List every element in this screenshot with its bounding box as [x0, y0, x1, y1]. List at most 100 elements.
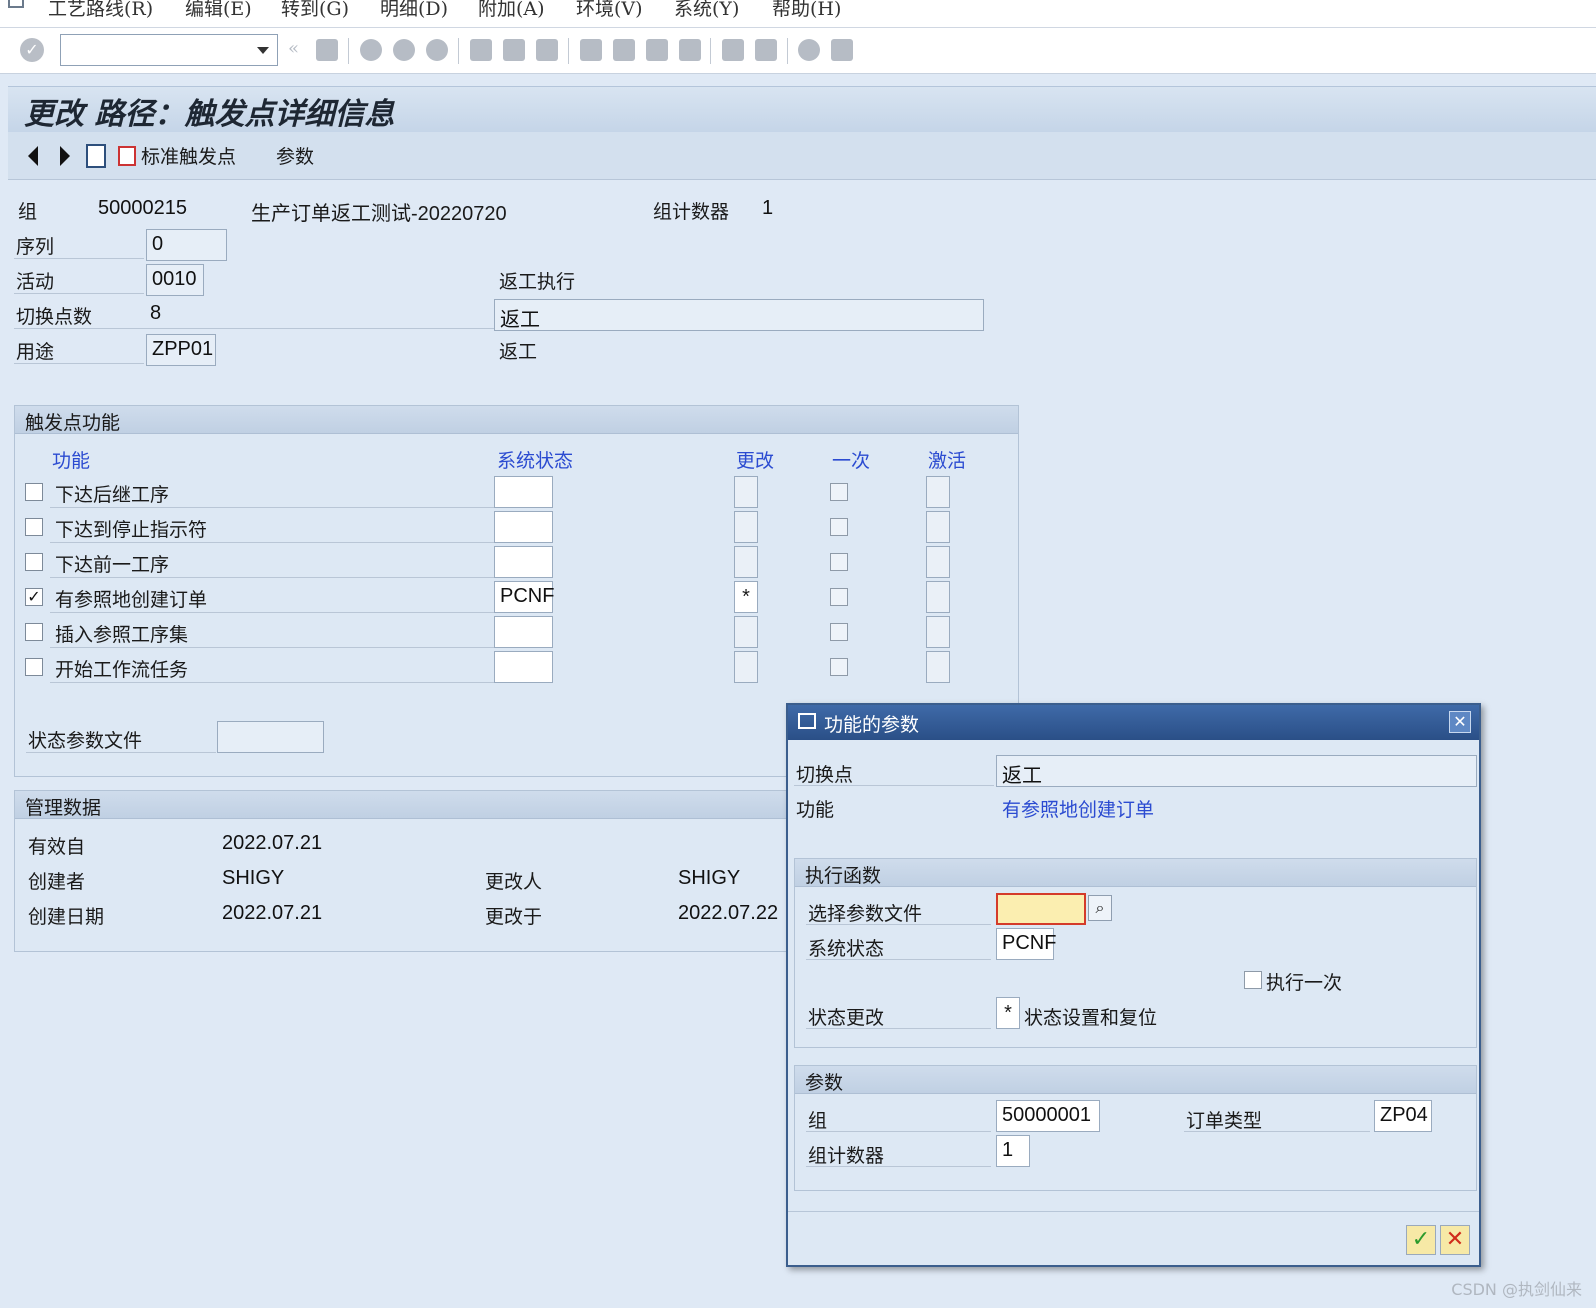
row-checkbox[interactable]	[25, 658, 43, 676]
command-field[interactable]	[60, 34, 278, 66]
row-change-field[interactable]	[734, 616, 758, 648]
print-icon[interactable]	[470, 39, 492, 61]
row-label: 开始工作流任务	[55, 659, 189, 681]
row-once-checkbox[interactable]	[830, 553, 848, 571]
order-type-label: 订单类型	[1186, 1110, 1263, 1132]
system-menu-icon[interactable]	[8, 0, 24, 8]
row-checkbox[interactable]	[25, 518, 43, 536]
dialog-title: 功能的参数	[824, 714, 920, 736]
params-button[interactable]: 参数	[276, 142, 314, 169]
first-page-icon[interactable]	[580, 39, 602, 61]
menu-extras[interactable]: 附加(A)	[478, 0, 545, 21]
sequence-field[interactable]: 0	[146, 229, 227, 261]
collapse-icon[interactable]: «	[288, 38, 299, 59]
dlg-counter-field[interactable]: 1	[996, 1135, 1030, 1167]
menu-system[interactable]: 系统(Y)	[674, 0, 739, 21]
row-label: 下达到停止指示符	[55, 519, 208, 541]
row-checkbox[interactable]	[25, 553, 43, 571]
dlg-group-label: 组	[808, 1110, 828, 1132]
status-profile-field[interactable]	[217, 721, 324, 753]
new-session-icon[interactable]	[722, 39, 744, 61]
menu-environment[interactable]: 环境(V)	[576, 0, 643, 21]
menu-edit[interactable]: 编辑(E)	[185, 0, 252, 21]
menu-routing[interactable]: 工艺路线(R)	[48, 0, 153, 21]
row-checkbox[interactable]	[25, 483, 43, 501]
row-once-checkbox[interactable]	[830, 483, 848, 501]
row-status-field[interactable]	[494, 511, 553, 543]
usage-field[interactable]: ZPP01	[146, 334, 216, 366]
dropdown-arrow-icon[interactable]	[257, 47, 269, 54]
title-bar: 更改 路径：触发点详细信息	[8, 86, 1596, 132]
row-label: 有参照地创建订单	[55, 589, 208, 611]
row-once-checkbox[interactable]	[830, 518, 848, 536]
row-once-checkbox[interactable]	[830, 658, 848, 676]
exec-once-checkbox[interactable]	[1244, 971, 1262, 989]
search-help-icon[interactable]: ⌕	[1088, 895, 1112, 921]
standard-trigger-button[interactable]: 标准触发点	[141, 142, 236, 169]
row-change-field[interactable]	[734, 651, 758, 683]
document-icon[interactable]	[118, 146, 136, 166]
row-status-field[interactable]	[494, 616, 553, 648]
edit-icon[interactable]	[86, 144, 106, 168]
row-change-field[interactable]	[734, 476, 758, 508]
row-active-field[interactable]	[926, 511, 950, 543]
prev-page-icon[interactable]	[613, 39, 635, 61]
layout-icon[interactable]	[831, 39, 853, 61]
row-checkbox[interactable]: ✓	[25, 588, 43, 606]
watermark: CSDN @执剑仙来	[1451, 1280, 1582, 1299]
row-active-field[interactable]	[926, 546, 950, 578]
switch-points-label: 切换点数	[16, 306, 93, 328]
select-profile-label: 选择参数文件	[808, 903, 923, 925]
last-page-icon[interactable]	[679, 39, 701, 61]
enter-check-icon[interactable]: ✓	[20, 38, 44, 62]
row-once-checkbox[interactable]	[830, 623, 848, 641]
changed-by-label: 更改人	[485, 871, 543, 893]
find-icon[interactable]	[503, 39, 525, 61]
created-on-label: 创建日期	[28, 906, 105, 928]
row-change-field[interactable]: *	[734, 581, 758, 613]
help-icon[interactable]	[798, 39, 820, 61]
group-value: 50000215	[98, 197, 187, 219]
select-profile-input[interactable]	[996, 893, 1086, 925]
status-change-field[interactable]: *	[996, 997, 1020, 1029]
dlg-group-field[interactable]: 50000001	[996, 1100, 1100, 1132]
row-status-field[interactable]	[494, 546, 553, 578]
row-active-field[interactable]	[926, 616, 950, 648]
row-status-field[interactable]	[494, 651, 553, 683]
order-type-field[interactable]: ZP04	[1374, 1100, 1432, 1132]
row-change-field[interactable]	[734, 546, 758, 578]
row-change-field[interactable]	[734, 511, 758, 543]
row-active-field[interactable]	[926, 476, 950, 508]
menu-details[interactable]: 明细(D)	[380, 0, 448, 21]
created-by-value: SHIGY	[222, 867, 285, 889]
menu-goto[interactable]: 转到(G)	[281, 0, 349, 21]
shortcut-icon[interactable]	[755, 39, 777, 61]
row-status-field[interactable]	[494, 476, 553, 508]
row-once-checkbox[interactable]	[830, 588, 848, 606]
next-icon[interactable]	[60, 146, 70, 166]
row-active-field[interactable]	[926, 651, 950, 683]
activity-field[interactable]: 0010	[146, 264, 204, 296]
back-icon[interactable]	[360, 39, 382, 61]
dlg-function-link[interactable]: 有参照地创建订单	[1002, 795, 1154, 822]
exit-icon[interactable]	[393, 39, 415, 61]
menu-help[interactable]: 帮助(H)	[772, 0, 841, 21]
exec-once-label: 执行一次	[1266, 972, 1343, 994]
row-status-field[interactable]: PCNF	[494, 581, 554, 613]
find-next-icon[interactable]	[536, 39, 558, 61]
confirm-check-icon[interactable]: ✓	[1406, 1225, 1436, 1255]
cancel-icon[interactable]	[426, 39, 448, 61]
dialog-title-bar[interactable]: 功能的参数 ✕	[788, 705, 1479, 740]
status-change-label: 状态更改	[808, 1007, 885, 1029]
function-params-dialog: 功能的参数 ✕ 切换点 返工 功能 有参照地创建订单 执行函数 选择参数文件 ⌕…	[786, 703, 1481, 1267]
row-active-field[interactable]	[926, 581, 950, 613]
close-icon[interactable]: ✕	[1449, 711, 1471, 733]
save-icon[interactable]	[316, 39, 338, 61]
previous-icon[interactable]	[28, 146, 38, 166]
dlg-sys-status-field[interactable]: PCNF	[996, 928, 1056, 960]
next-page-icon[interactable]	[646, 39, 668, 61]
cancel-x-icon[interactable]: ✕	[1440, 1225, 1470, 1255]
row-checkbox[interactable]	[25, 623, 43, 641]
row-label: 下达后继工序	[55, 484, 170, 506]
trigger-function-title: 触发点功能	[25, 412, 121, 434]
